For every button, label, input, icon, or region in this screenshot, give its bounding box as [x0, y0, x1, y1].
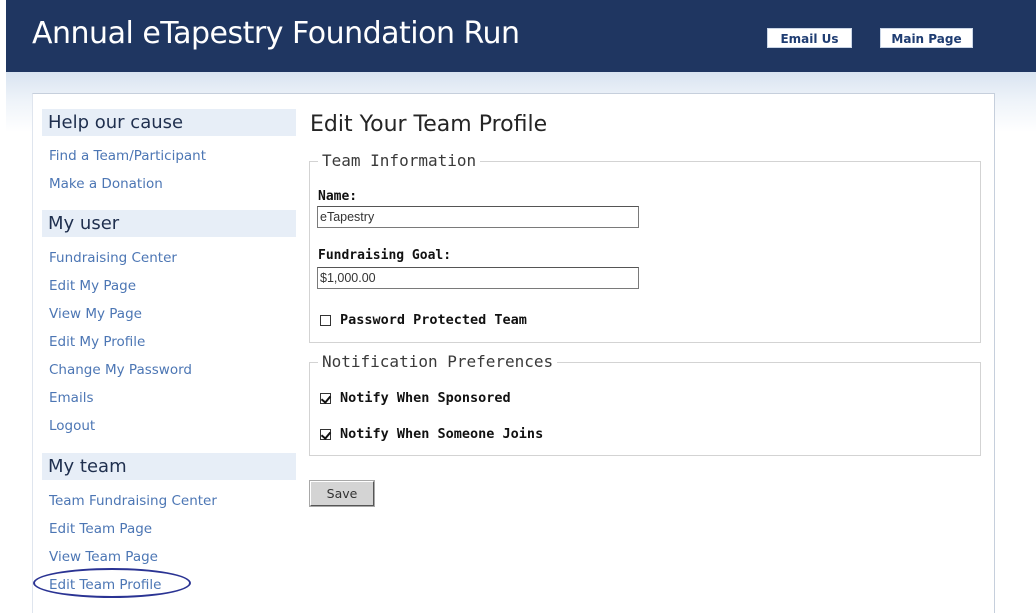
name-input[interactable]: eTapestry	[317, 206, 639, 228]
nav-emails[interactable]: Emails	[49, 389, 94, 407]
section-my-user: My user	[42, 210, 296, 237]
email-us-button[interactable]: Email Us	[767, 28, 852, 48]
password-protected-checkbox-row[interactable]: Password Protected Team	[320, 312, 527, 328]
notification-preferences-legend: Notification Preferences	[318, 352, 558, 372]
nav-change-my-password[interactable]: Change My Password	[49, 361, 192, 379]
section-help-our-cause: Help our cause	[42, 109, 296, 136]
notify-sponsored-checkbox[interactable]	[320, 392, 331, 404]
nav-find-team-participant[interactable]: Find a Team/Participant	[49, 147, 206, 165]
nav-view-my-page[interactable]: View My Page	[49, 305, 142, 323]
highlight-circle	[33, 568, 191, 598]
nav-fundraising-center[interactable]: Fundraising Center	[49, 249, 177, 267]
nav-team-fundraising-center[interactable]: Team Fundraising Center	[49, 492, 217, 510]
site-title: Annual eTapestry Foundation Run	[32, 16, 520, 51]
nav-view-team-page[interactable]: View Team Page	[49, 548, 158, 566]
nav-make-donation[interactable]: Make a Donation	[49, 175, 163, 193]
name-label: Name:	[318, 189, 358, 204]
notify-joins-checkbox-row[interactable]: Notify When Someone Joins	[320, 426, 543, 442]
section-my-team: My team	[42, 453, 296, 480]
fundraising-goal-input[interactable]: $1,000.00	[317, 267, 639, 289]
nav-edit-my-page[interactable]: Edit My Page	[49, 277, 136, 295]
main-page-button[interactable]: Main Page	[880, 28, 973, 48]
password-protected-label: Password Protected Team	[340, 312, 527, 328]
fundraising-goal-label: Fundraising Goal:	[318, 248, 452, 263]
team-information-legend: Team Information	[318, 151, 481, 171]
password-protected-checkbox[interactable]	[320, 314, 331, 326]
nav-edit-team-page[interactable]: Edit Team Page	[49, 520, 152, 538]
nav-logout[interactable]: Logout	[49, 417, 95, 435]
site-header: Annual eTapestry Foundation Run Email Us…	[6, 0, 1036, 72]
page-title: Edit Your Team Profile	[310, 112, 548, 137]
nav-edit-my-profile[interactable]: Edit My Profile	[49, 333, 145, 351]
notify-sponsored-checkbox-row[interactable]: Notify When Sponsored	[320, 390, 511, 406]
notify-sponsored-label: Notify When Sponsored	[340, 390, 511, 406]
notify-joins-label: Notify When Someone Joins	[340, 426, 544, 442]
save-button[interactable]: Save	[309, 480, 375, 507]
notify-joins-checkbox[interactable]	[320, 428, 331, 440]
